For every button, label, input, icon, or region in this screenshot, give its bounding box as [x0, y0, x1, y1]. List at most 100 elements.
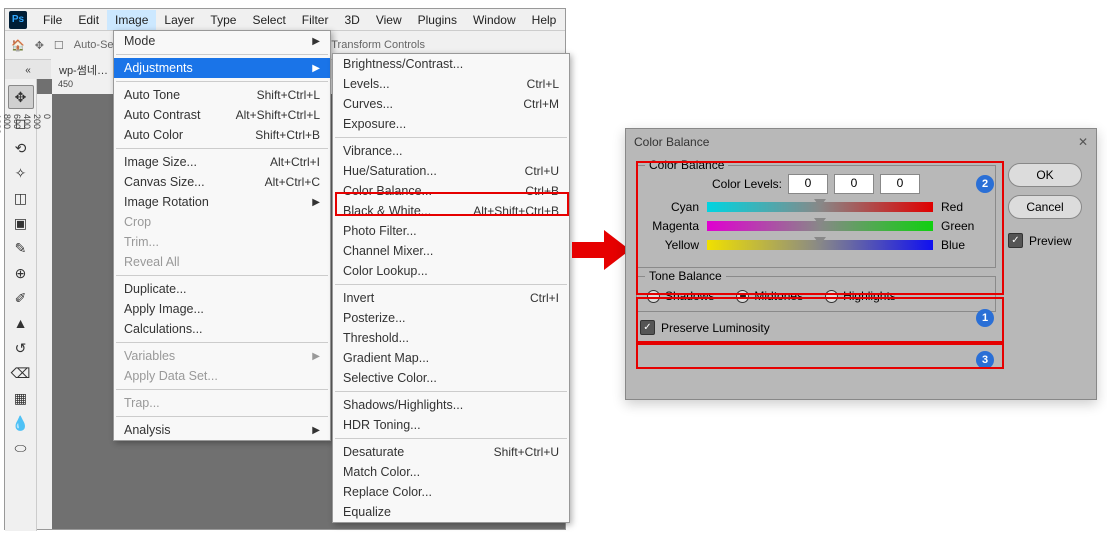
chevron-right-icon: ▶ — [312, 351, 320, 362]
menu-item-mode[interactable]: Mode▶ — [114, 31, 330, 51]
slider-right-blue: Blue — [941, 238, 985, 252]
menubar: Ps FileEditImageLayerTypeSelectFilter3DV… — [5, 9, 565, 30]
chevron-right-icon: ▶ — [312, 63, 320, 74]
submenu-item-curves-[interactable]: Curves...Ctrl+M — [333, 94, 569, 114]
submenu-item-black-white-[interactable]: Black & White...Alt+Shift+Ctrl+B — [333, 201, 569, 221]
submenu-item-posterize-[interactable]: Posterize... — [333, 308, 569, 328]
menu-item-calculations-[interactable]: Calculations... — [114, 319, 330, 339]
menu-item-trap-: Trap... — [114, 393, 330, 413]
submenu-item-hdr-toning-[interactable]: HDR Toning... — [333, 415, 569, 435]
color-balance-legend: Color Balance — [645, 158, 728, 172]
level-input-2[interactable]: 0 — [834, 174, 874, 194]
menu-item-image-size-[interactable]: Image Size...Alt+Ctrl+I — [114, 152, 330, 172]
submenu-item-hue-saturation-[interactable]: Hue/Saturation...Ctrl+U — [333, 161, 569, 181]
submenu-item-replace-color-[interactable]: Replace Color... — [333, 482, 569, 502]
move-tool-icon[interactable]: ✥ — [35, 39, 44, 52]
slider-right-red: Red — [941, 200, 985, 214]
slider-1[interactable] — [707, 221, 933, 231]
submenu-item-exposure-[interactable]: Exposure... — [333, 114, 569, 134]
slider-left-magenta: Magenta — [647, 219, 699, 233]
submenu-item-photo-filter-[interactable]: Photo Filter... — [333, 221, 569, 241]
menu-3d[interactable]: 3D — [336, 10, 367, 30]
menu-item-image-rotation[interactable]: Image Rotation▶ — [114, 192, 330, 212]
callout-badge-1: 1 — [976, 309, 994, 327]
menu-item-auto-tone[interactable]: Auto ToneShift+Ctrl+L — [114, 85, 330, 105]
submenu-item-threshold-[interactable]: Threshold... — [333, 328, 569, 348]
menu-layer[interactable]: Layer — [156, 10, 202, 30]
chevron-right-icon: ▶ — [312, 36, 320, 47]
slider-left-yellow: Yellow — [647, 238, 699, 252]
level-input-1[interactable]: 0 — [788, 174, 828, 194]
ps-logo: Ps — [9, 11, 27, 29]
radio-shadows[interactable]: Shadows — [647, 289, 714, 303]
slider-2[interactable] — [707, 240, 933, 250]
adjustments-submenu[interactable]: Brightness/Contrast...Levels...Ctrl+LCur… — [332, 53, 570, 523]
menu-filter[interactable]: Filter — [294, 10, 337, 30]
submenu-item-levels-[interactable]: Levels...Ctrl+L — [333, 74, 569, 94]
callout-badge-3: 3 — [976, 351, 994, 369]
auto-select-label: ☐ — [54, 39, 64, 52]
ok-button[interactable]: OK — [1008, 163, 1082, 187]
submenu-item-color-balance-[interactable]: Color Balance...Ctrl+B — [333, 181, 569, 201]
tone-balance-group: Tone Balance Shadows Midtones Highlights — [636, 276, 996, 312]
move-tool[interactable]: ✥ — [8, 85, 34, 109]
highlight-preserve-luminosity — [636, 343, 1004, 369]
submenu-item-color-lookup-[interactable]: Color Lookup... — [333, 261, 569, 281]
chevron-right-icon: ▶ — [312, 425, 320, 436]
dialog-title: Color Balance — [634, 135, 709, 149]
menu-item-canvas-size-[interactable]: Canvas Size...Alt+Ctrl+C — [114, 172, 330, 192]
menu-item-auto-color[interactable]: Auto ColorShift+Ctrl+B — [114, 125, 330, 145]
submenu-item-equalize[interactable]: Equalize — [333, 502, 569, 522]
close-icon[interactable]: ✕ — [1078, 135, 1088, 149]
document-tab[interactable]: wp-썸네… — [51, 59, 117, 81]
checkbox-icon: ✓ — [1008, 233, 1023, 248]
menu-item-apply-image-[interactable]: Apply Image... — [114, 299, 330, 319]
preserve-luminosity-label: Preserve Luminosity — [661, 321, 770, 335]
cancel-button[interactable]: Cancel — [1008, 195, 1082, 219]
radio-midtones[interactable]: Midtones — [736, 289, 803, 303]
menu-item-auto-contrast[interactable]: Auto ContrastAlt+Shift+Ctrl+L — [114, 105, 330, 125]
color-balance-dialog: Color Balance ✕ Color Balance Color Leve… — [625, 128, 1097, 400]
menu-item-reveal-all: Reveal All — [114, 252, 330, 272]
menu-item-duplicate-[interactable]: Duplicate... — [114, 279, 330, 299]
preview-checkbox[interactable]: ✓ Preview — [1008, 233, 1082, 248]
menu-item-adjustments[interactable]: Adjustments▶ — [114, 58, 330, 78]
submenu-item-shadows-highlights-[interactable]: Shadows/Highlights... — [333, 395, 569, 415]
menu-item-apply-data-set-: Apply Data Set... — [114, 366, 330, 386]
submenu-item-desaturate[interactable]: DesaturateShift+Ctrl+U — [333, 442, 569, 462]
menu-item-analysis[interactable]: Analysis▶ — [114, 420, 330, 440]
ruler-vertical: 02004006008001000 — [37, 94, 52, 529]
submenu-item-match-color-[interactable]: Match Color... — [333, 462, 569, 482]
preview-label: Preview — [1029, 234, 1072, 248]
preserve-luminosity-checkbox[interactable]: ✓ Preserve Luminosity — [640, 320, 996, 335]
submenu-item-selective-color-[interactable]: Selective Color... — [333, 368, 569, 388]
menu-window[interactable]: Window — [465, 10, 524, 30]
transform-controls-label: Transform Controls — [331, 39, 425, 51]
callout-badge-2: 2 — [976, 175, 994, 193]
menu-help[interactable]: Help — [524, 10, 565, 30]
menu-item-variables: Variables▶ — [114, 346, 330, 366]
menu-type[interactable]: Type — [202, 10, 244, 30]
submenu-item-vibrance-[interactable]: Vibrance... — [333, 141, 569, 161]
menu-view[interactable]: View — [368, 10, 410, 30]
slider-0[interactable] — [707, 202, 933, 212]
level-input-3[interactable]: 0 — [880, 174, 920, 194]
menu-select[interactable]: Select — [244, 10, 293, 30]
submenu-item-invert[interactable]: InvertCtrl+I — [333, 288, 569, 308]
submenu-item-channel-mixer-[interactable]: Channel Mixer... — [333, 241, 569, 261]
submenu-item-brightness-contrast-[interactable]: Brightness/Contrast... — [333, 54, 569, 74]
submenu-item-gradient-map-[interactable]: Gradient Map... — [333, 348, 569, 368]
menu-image[interactable]: Image — [107, 10, 156, 30]
arrow-indicator — [572, 230, 632, 270]
menu-plugins[interactable]: Plugins — [410, 10, 465, 30]
home-icon[interactable]: 🏠 — [11, 39, 25, 52]
menu-item-crop: Crop — [114, 212, 330, 232]
color-balance-group: Color Balance Color Levels: 0 0 0 CyanRe… — [636, 165, 996, 268]
menu-file[interactable]: File — [35, 10, 70, 30]
color-levels-label: Color Levels: — [712, 177, 782, 191]
slider-right-green: Green — [941, 219, 985, 233]
image-menu[interactable]: Mode▶Adjustments▶Auto ToneShift+Ctrl+LAu… — [113, 30, 331, 441]
menu-item-trim-: Trim... — [114, 232, 330, 252]
menu-edit[interactable]: Edit — [70, 10, 107, 30]
radio-highlights[interactable]: Highlights — [825, 289, 896, 303]
